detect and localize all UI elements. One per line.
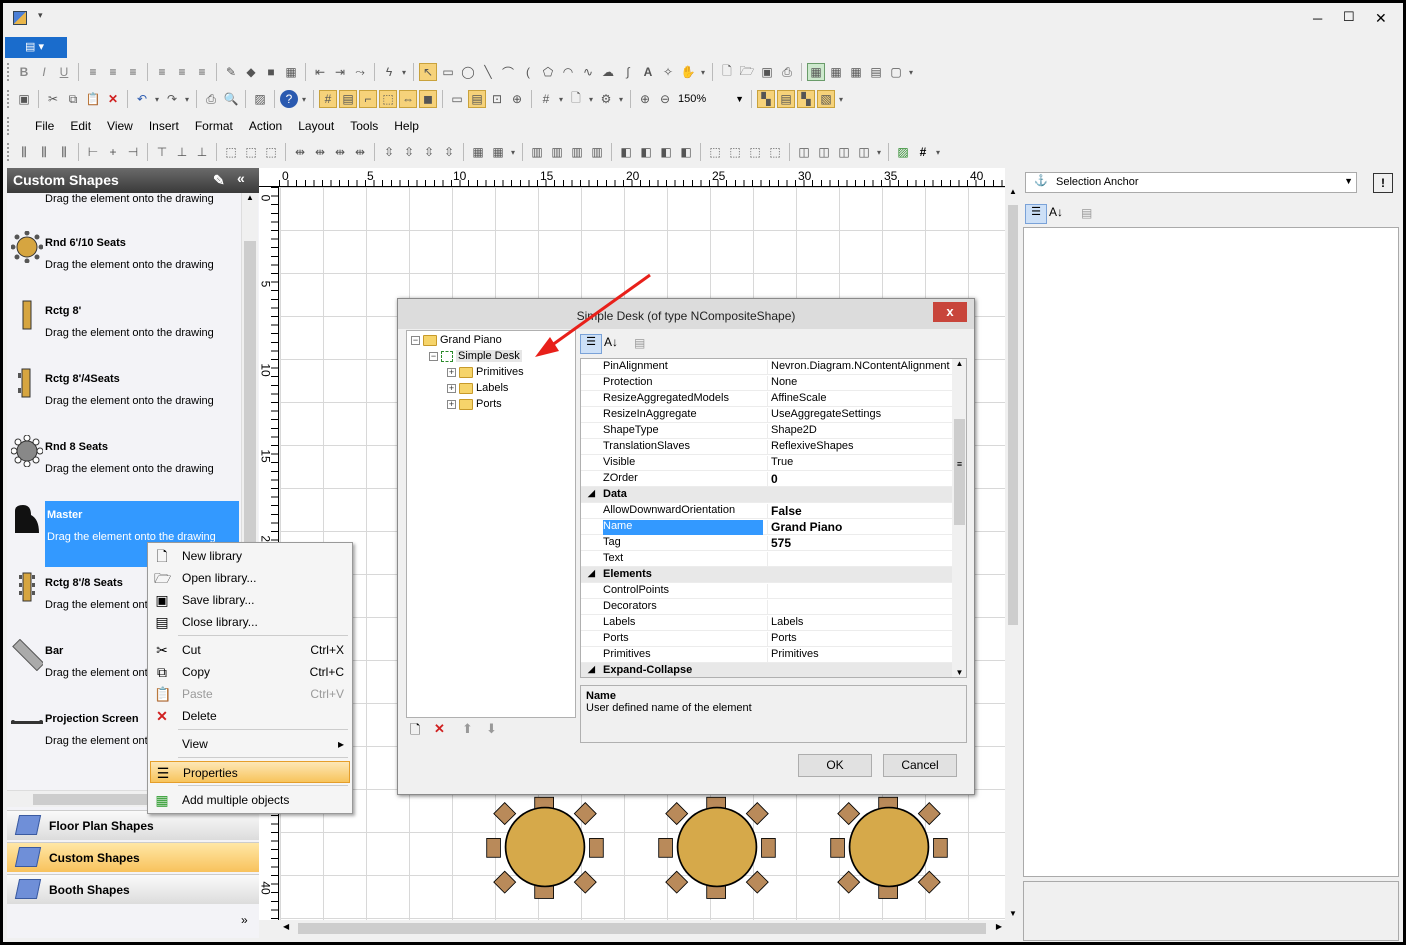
annotation-arrow-icon bbox=[535, 273, 651, 357]
app-window: ▾ ─ ☐ ✕ ▤ ▾ B I U ≡ ≡ ≡ ≡ ≡ ≡ ✎ ◆ ■ ▦ ⇤ … bbox=[3, 3, 1403, 942]
